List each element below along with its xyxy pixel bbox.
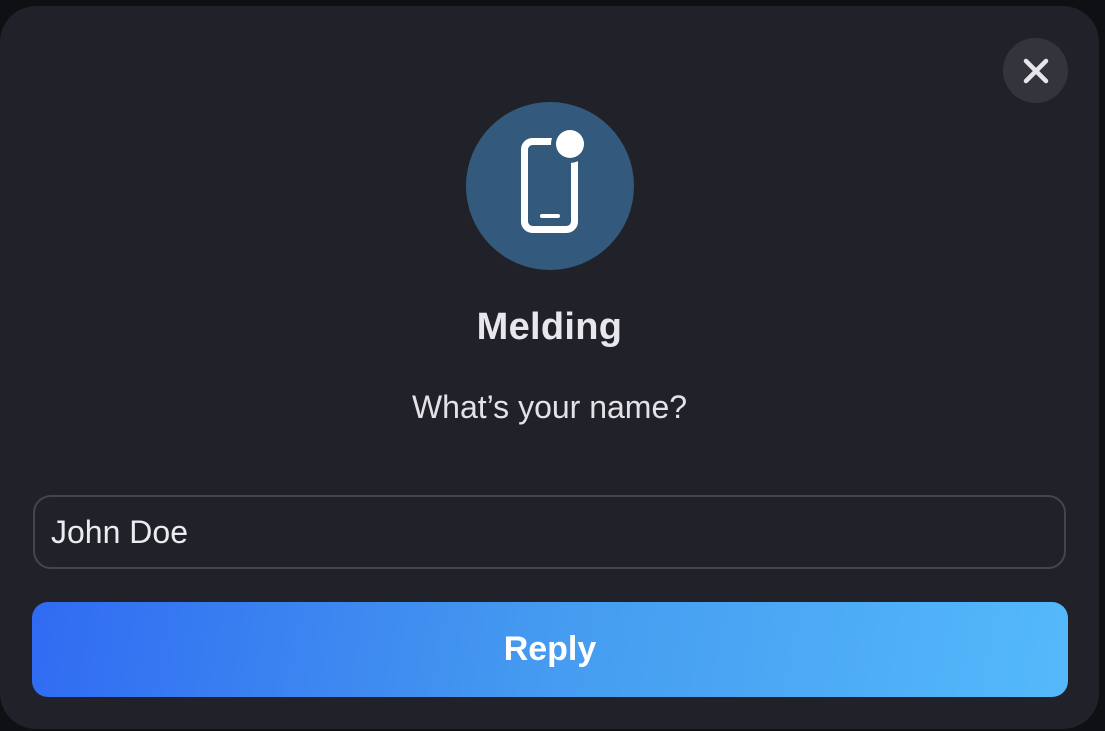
app-icon-circle [466,102,634,270]
prompt-question: What’s your name? [411,389,688,425]
close-icon [1023,58,1048,83]
dialog-title: Melding [476,306,623,348]
notification-dialog: Melding What’s your name? Reply [0,6,1099,729]
phone-notification-icon [521,125,589,233]
reply-button[interactable]: Reply [32,602,1068,697]
close-button[interactable] [1003,38,1068,103]
name-input[interactable] [33,495,1066,569]
